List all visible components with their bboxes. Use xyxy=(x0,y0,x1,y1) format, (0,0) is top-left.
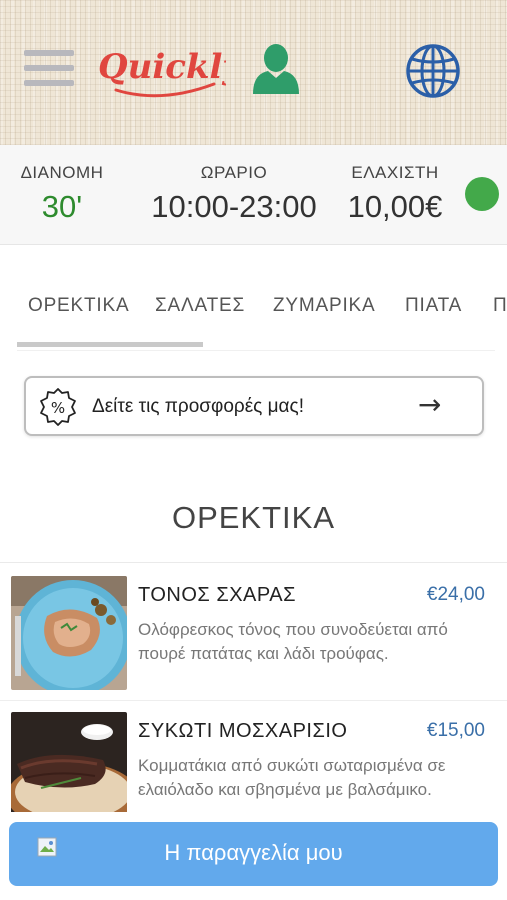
tab-zymarika[interactable]: ΖΥΜΑΡΙΚΑ xyxy=(273,295,375,317)
discount-badge-icon: % xyxy=(40,388,76,426)
section-divider xyxy=(0,562,507,563)
minimum-label: ΕΛΑΧΙΣΤΗ xyxy=(351,163,439,182)
item-description: Ολόφρεσκος τόνος που συνοδεύεται από που… xyxy=(138,620,448,663)
minimum-value: 10,00€ xyxy=(347,189,443,224)
item-divider xyxy=(0,700,507,701)
active-tab-indicator xyxy=(17,342,203,347)
hours-value: 10:00-23:00 xyxy=(151,189,317,224)
svg-text:Quickly: Quickly xyxy=(98,47,226,87)
category-tabs: ΟΡΕΚΤΙΚΑ ΣΑΛΑΤΕΣ ΖΥΜΑΡΙΚΑ ΠΙΑΤΑ Π xyxy=(0,295,507,335)
app-header: Quickly xyxy=(0,0,507,145)
svg-text:%: % xyxy=(51,399,65,417)
item-name: ΣΥΚΩΤΙ ΜΟΣΧΑΡΙΣΙΟ xyxy=(138,720,348,742)
order-button-label: Η παραγγελία μου xyxy=(164,840,343,865)
restaurant-info-bar: ΔΙΑΝΟΜΗ 30' ΩΡΑΡΙΟ 10:00-23:00 ΕΛΑΧΙΣΤΗ … xyxy=(0,145,507,245)
section-title: ΟΡΕΚΤΙΚΑ xyxy=(171,500,336,535)
item-name: ΤΟΝΟΣ ΣΧΑΡΑΣ xyxy=(138,584,296,606)
tuna-dish-image xyxy=(11,576,127,690)
tab-next-partial[interactable]: Π xyxy=(493,295,507,317)
tab-piata[interactable]: ΠΙΑΤΑ xyxy=(405,295,462,317)
my-order-button[interactable]: Η παραγγελία μου xyxy=(9,822,498,886)
tabs-divider xyxy=(17,350,495,351)
hours-label: ΩΡΑΡΙΟ xyxy=(200,163,268,182)
tab-orektika[interactable]: ΟΡΕΚΤΙΚΑ xyxy=(28,295,129,317)
delivery-label: ΔΙΑΝΟΜΗ xyxy=(20,163,104,182)
globe-icon[interactable] xyxy=(405,43,461,99)
liver-dish-image xyxy=(11,712,127,826)
quickly-logo: Quickly xyxy=(98,47,226,98)
hamburger-menu-icon[interactable] xyxy=(24,50,74,88)
item-price: €24,00 xyxy=(426,584,485,605)
delivery-info: ΔΙΑΝΟΜΗ 30' xyxy=(18,163,106,225)
open-status-indicator xyxy=(465,177,499,211)
arrow-right-icon: → xyxy=(418,388,442,421)
tab-salates[interactable]: ΣΑΛΑΤΕΣ xyxy=(155,295,245,317)
delivery-time: 30' xyxy=(41,189,83,224)
offers-text: Δείτε τις προσφορές μας! xyxy=(92,396,304,417)
minimum-info: ΕΛΑΧΙΣΤΗ 10,00€ xyxy=(340,163,450,225)
user-icon[interactable] xyxy=(250,42,302,96)
hours-info: ΩΡΑΡΙΟ 10:00-23:00 xyxy=(144,163,324,225)
offers-button[interactable]: % Δείτε τις προσφορές μας! → xyxy=(24,376,484,436)
item-description: Κομματάκια από συκώτι σωταρισμένα σε ελα… xyxy=(138,756,446,799)
item-price: €15,00 xyxy=(426,720,485,741)
menu-item[interactable]: ΤΟΝΟΣ ΣΧΑΡΑΣ €24,00 Ολόφρεσκος τόνος που… xyxy=(0,570,507,700)
